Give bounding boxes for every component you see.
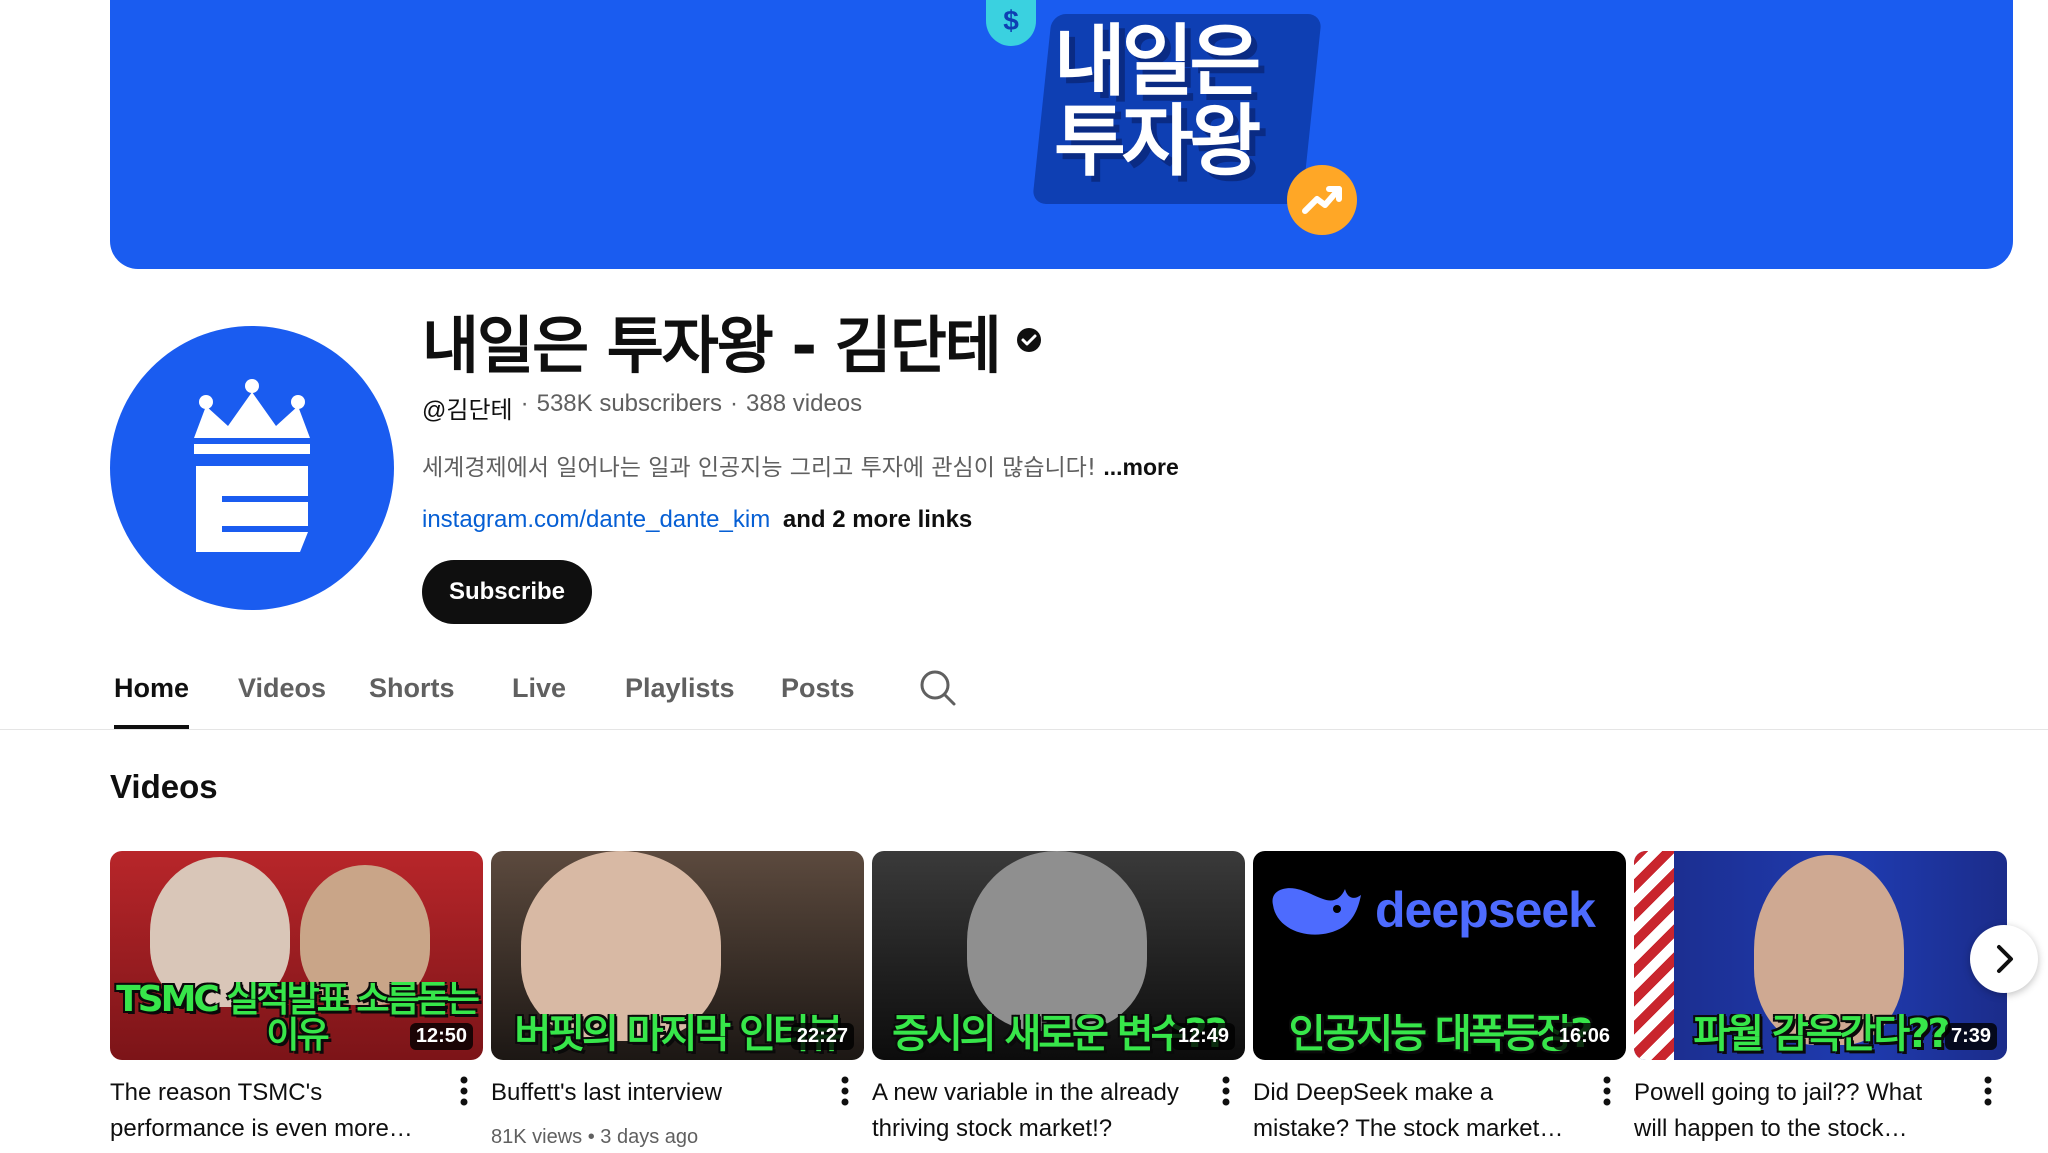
subscribe-button[interactable]: Subscribe [422,560,592,624]
video-card[interactable]: 증시의 새로운 변수?? 12:49 A new variable in the… [872,851,1245,1153]
banner-line-2: 투자왕 [1054,97,1261,187]
more-vertical-icon[interactable] [1221,1075,1231,1107]
trending-up-icon [1287,165,1357,235]
channel-avatar[interactable] [110,326,394,610]
video-thumbnail[interactable]: TSMC 실적발표 소름돋는 이유 12:50 [110,851,483,1060]
video-title[interactable]: Did DeepSeek make a mistake? The stock m… [1253,1075,1573,1147]
tab-shorts[interactable]: Shorts [369,660,455,730]
channel-name-row: 내일은 투자왕 - 김단테 [422,300,1042,382]
more-vertical-icon[interactable] [840,1075,850,1107]
stats-separator: • [587,1126,601,1148]
video-card[interactable]: deepseek 인공지능 대폭등장? 16:06 Did DeepSeek m… [1253,851,1626,1153]
verified-badge-icon [1016,328,1041,352]
channel-handle: @김단테 [422,397,513,424]
meta-separator: · [730,390,739,417]
channel-meta: @김단테 · 538K subscribers · 388 videos [422,390,862,425]
description-more-link[interactable]: ...more [1103,454,1178,480]
video-stats: 81K views • 3 days ago [491,1126,698,1149]
whale-logo-icon [1272,888,1361,935]
video-duration: 22:27 [790,1023,854,1050]
person-image [967,851,1147,1031]
deepseek-brand-text: deepseek [1375,882,1596,938]
channel-links: instagram.com/dante_dante_kim and 2 more… [422,506,972,534]
video-card[interactable]: 파월 감옥간다?? 7:39 Powell going to jail?? Wh… [1634,851,2007,1153]
search-icon[interactable] [918,668,958,708]
video-duration: 16:06 [1552,1023,1616,1050]
channel-page: $ 내일은 투자왕 내일은 투자왕 - 김단테 @김단테 · 538K subs… [0,0,2048,1153]
video-thumbnail[interactable]: 파월 감옥간다?? 7:39 [1634,851,2007,1060]
video-duration: 12:49 [1171,1023,1235,1050]
instagram-link[interactable]: instagram.com/dante_dante_kim [422,506,770,533]
person-image [521,851,721,1041]
video-thumbnail[interactable]: 버핏의 마지막 인터뷰 22:27 [491,851,864,1060]
banner-line-1: 내일은 [1054,17,1261,107]
video-card[interactable]: 버핏의 마지막 인터뷰 22:27 Buffett's last intervi… [491,851,864,1153]
tab-home[interactable]: Home [114,660,190,730]
dollar-coin-icon: $ [986,0,1036,46]
shelf-next-button[interactable] [1970,925,2038,993]
more-vertical-icon[interactable] [1602,1075,1612,1107]
channel-name: 내일은 투자왕 - 김단테 [422,309,1002,382]
more-vertical-icon[interactable] [1983,1075,1993,1107]
channel-banner: $ 내일은 투자왕 [110,0,2013,269]
video-card[interactable]: TSMC 실적발표 소름돋는 이유 12:50 The reason TSMC'… [110,851,483,1153]
tabs-divider [0,729,2048,730]
tab-videos[interactable]: Videos [238,660,326,730]
tab-posts[interactable]: Posts [781,660,855,730]
channel-tabs: Home Videos Shorts Live Playlists Posts [110,660,1010,730]
video-thumbnail[interactable]: 증시의 새로운 변수?? 12:49 [872,851,1245,1060]
tab-live[interactable]: Live [512,660,566,730]
crown-e-logo-icon [194,379,310,552]
description-text: 세계경제에서 일어나는 일과 인공지능 그리고 투자에 관심이 많습니다! [422,455,1097,481]
subscriber-count: 538K subscribers [536,390,723,417]
video-title[interactable]: Powell going to jail?? What will happen … [1634,1075,1954,1147]
video-count: 388 videos [746,390,863,417]
video-duration: 7:39 [1944,1023,1997,1050]
section-title[interactable]: Videos [110,768,218,806]
chevron-right-icon [1997,945,2013,973]
video-title[interactable]: Buffett's last interview [491,1075,811,1111]
video-title[interactable]: The reason TSMC's performance is even mo… [110,1075,430,1147]
tab-playlists[interactable]: Playlists [625,660,735,730]
video-title[interactable]: A new variable in the already thriving s… [872,1075,1192,1147]
more-vertical-icon[interactable] [459,1075,469,1107]
video-thumbnail[interactable]: deepseek 인공지능 대폭등장? 16:06 [1253,851,1626,1060]
meta-separator: · [520,390,529,417]
upload-age: 3 days ago [600,1126,699,1148]
video-shelf: TSMC 실적발표 소름돋는 이유 12:50 The reason TSMC'… [110,851,2010,1153]
video-duration: 12:50 [409,1023,473,1050]
banner-logo-text: 내일은 투자왕 [1054,22,1304,182]
channel-description[interactable]: 세계경제에서 일어나는 일과 인공지능 그리고 투자에 관심이 많습니다! ..… [422,448,1179,482]
view-count: 81K views [491,1126,583,1148]
more-links-button[interactable]: and 2 more links [783,506,972,533]
